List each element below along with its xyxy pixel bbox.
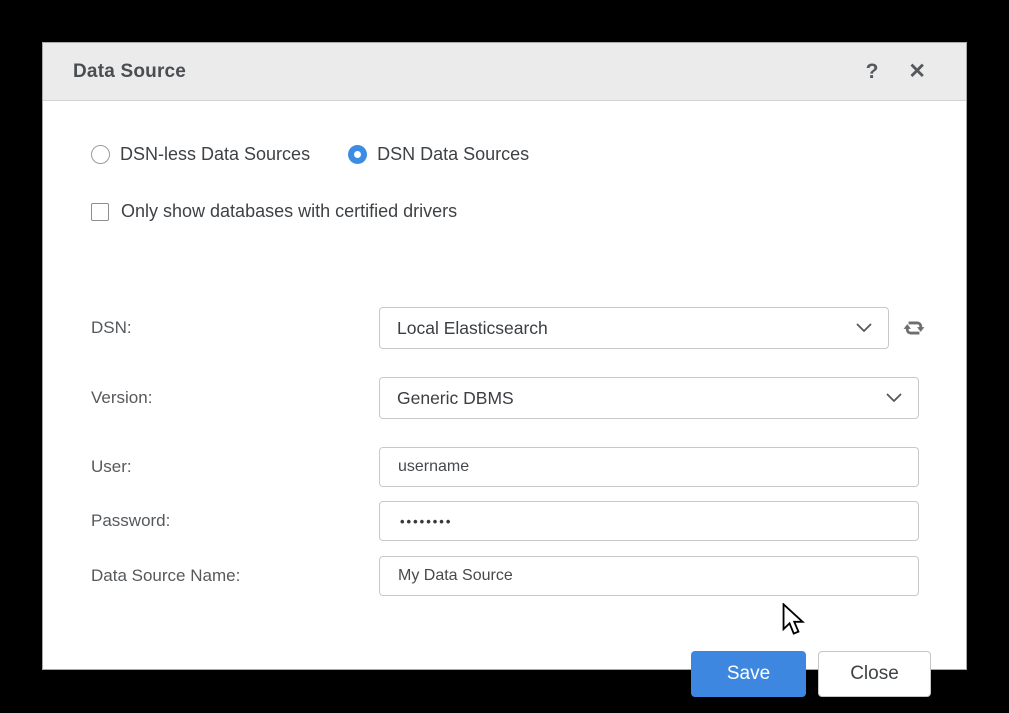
close-button[interactable]: Close xyxy=(818,651,931,697)
data-source-name-input[interactable] xyxy=(379,556,919,596)
dsn-dropdown[interactable]: Local Elasticsearch xyxy=(379,307,889,349)
save-button[interactable]: Save xyxy=(691,651,806,697)
password-input[interactable] xyxy=(379,501,919,541)
data-source-dialog: Data Source ? ✕ DSN-less Data Sources DS… xyxy=(42,42,967,670)
user-label: User: xyxy=(91,447,132,487)
radio-selected-icon[interactable] xyxy=(348,145,367,164)
screen-background: { "window": { "title": "Data Source", "h… xyxy=(0,0,1009,713)
dialog-titlebar: Data Source ? ✕ xyxy=(43,43,966,101)
version-dropdown[interactable]: Generic DBMS xyxy=(379,377,919,419)
radio-dsnless-data-sources[interactable]: DSN-less Data Sources xyxy=(91,144,310,165)
dsn-selected-value: Local Elasticsearch xyxy=(397,318,856,339)
certified-drivers-checkbox-row[interactable]: Only show databases with certified drive… xyxy=(91,201,457,222)
chevron-down-icon xyxy=(856,323,872,333)
dialog-content: DSN-less Data Sources DSN Data Sources O… xyxy=(43,101,966,669)
version-selected-value: Generic DBMS xyxy=(397,388,886,409)
titlebar-actions: ? ✕ xyxy=(866,61,926,82)
dsn-label: DSN: xyxy=(91,307,132,349)
dialog-title: Data Source xyxy=(73,61,186,83)
data-source-type-radio-group: DSN-less Data Sources DSN Data Sources xyxy=(91,144,529,165)
user-input[interactable] xyxy=(379,447,919,487)
refresh-dsn-list-button[interactable] xyxy=(899,313,929,343)
close-icon[interactable]: ✕ xyxy=(908,61,926,82)
version-label: Version: xyxy=(91,377,152,419)
radio-dsn-label: DSN Data Sources xyxy=(377,144,529,165)
radio-unselected-icon[interactable] xyxy=(91,145,110,164)
certified-drivers-label: Only show databases with certified drive… xyxy=(121,201,457,222)
password-label: Password: xyxy=(91,501,170,541)
radio-dsnless-label: DSN-less Data Sources xyxy=(120,144,310,165)
data-source-name-label: Data Source Name: xyxy=(91,556,240,596)
help-icon[interactable]: ? xyxy=(866,61,879,82)
radio-dsn-data-sources[interactable]: DSN Data Sources xyxy=(348,144,529,165)
checkbox-unchecked-icon[interactable] xyxy=(91,203,109,221)
chevron-down-icon xyxy=(886,393,902,403)
refresh-icon xyxy=(901,315,927,341)
